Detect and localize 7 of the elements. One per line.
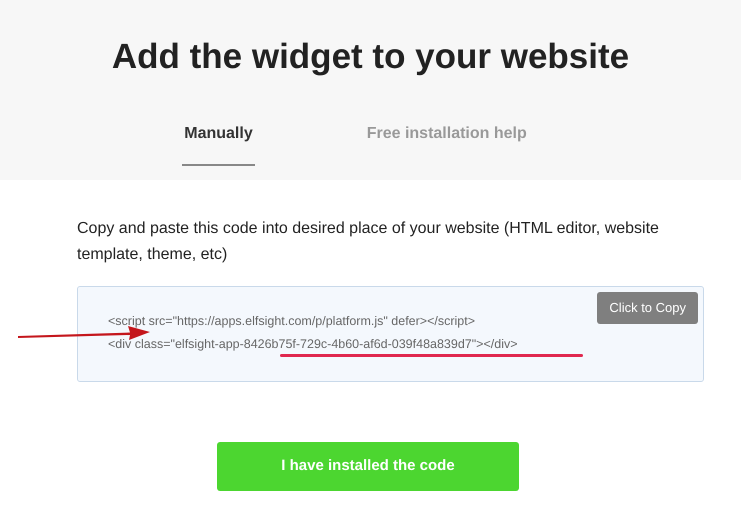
- copy-button[interactable]: Click to Copy: [597, 292, 698, 324]
- tab[interactable]: Manually: [182, 122, 255, 166]
- tab[interactable]: Free installation help: [364, 122, 529, 166]
- code-line: <div class="elfsight-app-8426b75f-729c-4b60-af6d-039f48a839d7"></div>: [108, 336, 518, 352]
- instructions-text: Copy and paste this code into desired place of your website (HTML editor, website template, theme, etc): [77, 219, 660, 265]
- code-line: <script src="https://apps.elfsight.com/p/platform.js" defer></script>: [108, 313, 476, 329]
- page-title: Add the widget to your website: [112, 36, 630, 78]
